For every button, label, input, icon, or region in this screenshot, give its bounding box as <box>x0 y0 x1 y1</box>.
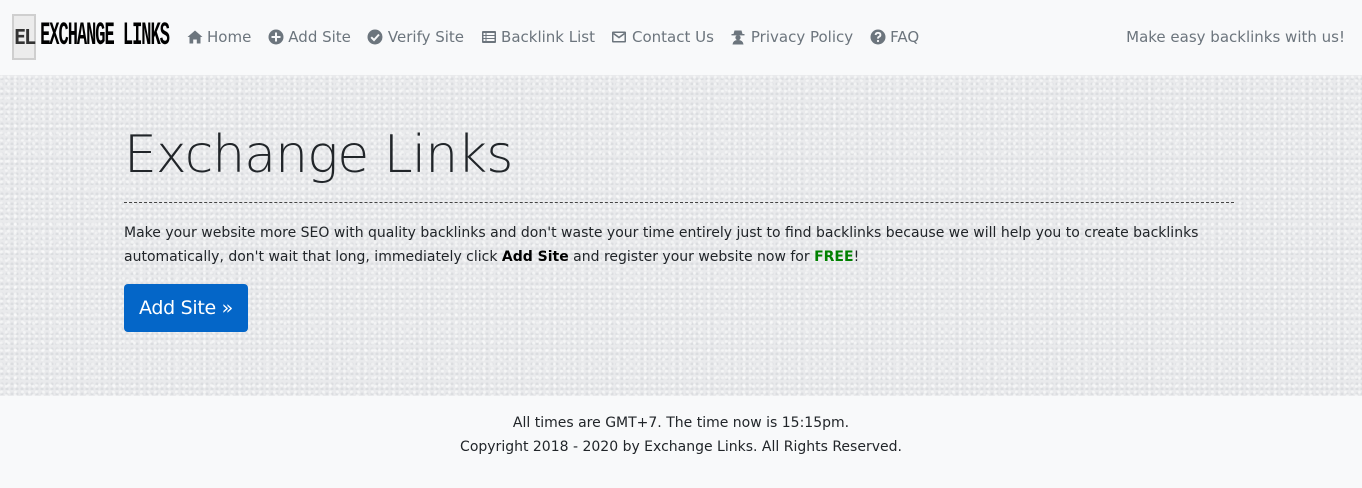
nav-faq-label: FAQ <box>890 28 920 46</box>
nav-home[interactable]: Home <box>186 26 251 48</box>
brand-logo[interactable]: EL EXCHANGE LINKS <box>12 12 170 62</box>
home-icon <box>186 29 203 46</box>
nav-add-site[interactable]: Add Site <box>267 26 351 48</box>
nav-home-label: Home <box>207 28 252 46</box>
user-secret-icon <box>730 29 747 46</box>
nav-add-site-label: Add Site <box>288 28 351 46</box>
envelope-icon <box>611 29 628 46</box>
hero-title: Exchange Links <box>124 125 513 185</box>
list-icon <box>480 29 497 46</box>
hero-text-part2: and register your website now for <box>568 249 815 265</box>
nav-faq[interactable]: FAQ <box>869 26 919 48</box>
nav-backlink-list-label: Backlink List <box>501 28 595 46</box>
logo-text: EXCHANGE LINKS <box>40 18 170 56</box>
logo-mark: EL <box>12 14 36 60</box>
footer-copyright: Copyright 2018 - 2020 by Exchange Links.… <box>460 439 902 455</box>
hero-divider <box>124 202 1234 203</box>
hero-text-end: ! <box>853 249 860 265</box>
nav-privacy-policy-label: Privacy Policy <box>750 28 854 46</box>
question-circle-icon <box>869 29 886 46</box>
nav-verify-site[interactable]: Verify Site <box>367 26 464 48</box>
nav-contact-us-label: Contact Us <box>631 28 714 46</box>
plus-circle-icon <box>267 29 284 46</box>
nav-backlink-list[interactable]: Backlink List <box>480 26 595 48</box>
nav-privacy-policy[interactable]: Privacy Policy <box>730 26 853 48</box>
nav-verify-site-label: Verify Site <box>387 28 465 46</box>
nav-contact-us[interactable]: Contact Us <box>611 26 714 48</box>
hero-section: Exchange Links Make your website more SE… <box>0 75 1362 396</box>
hero-text-bold: Add Site <box>501 249 569 265</box>
hero-text-free: FREE <box>814 249 854 265</box>
add-site-button[interactable]: Add Site » <box>124 284 248 332</box>
navbar: EL EXCHANGE LINKS Home Add Site Verify S… <box>0 0 1362 75</box>
check-circle-icon <box>367 29 384 46</box>
footer: All times are GMT+7. The time now is 15:… <box>0 396 1362 488</box>
footer-time: All times are GMT+7. The time now is 15:… <box>512 415 850 431</box>
main-nav: Home Add Site Verify Site Backlink List … <box>186 26 935 48</box>
navbar-tagline: Make easy backlinks with us! <box>1126 28 1345 46</box>
hero-description: Make your website more SEO with quality … <box>124 221 1234 269</box>
